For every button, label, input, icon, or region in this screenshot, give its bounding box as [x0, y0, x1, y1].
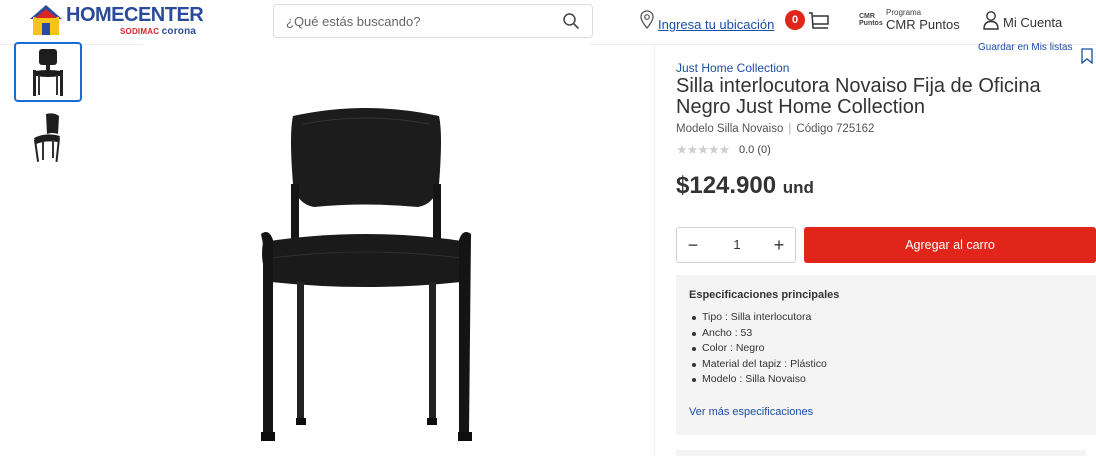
product-brand[interactable]: Just Home Collection	[676, 61, 789, 75]
search-input[interactable]	[284, 13, 548, 30]
cmr-puntos-link[interactable]: CMR Puntos	[886, 17, 960, 32]
chair-front-thumbnail-image	[33, 49, 63, 96]
gallery-thumbnail-front[interactable]	[14, 42, 82, 102]
location-pin-icon[interactable]	[640, 10, 654, 30]
location-link[interactable]: Ingresa tu ubicación	[658, 17, 774, 32]
cart-icon[interactable]	[808, 10, 830, 32]
price-amount: $124.900	[676, 172, 777, 199]
spec-item: Color : Negro	[692, 341, 827, 357]
rating-value[interactable]: 0.0 (0)	[739, 144, 771, 156]
logo-subbrand-corona: corona	[161, 26, 197, 37]
search-icon[interactable]	[562, 12, 580, 30]
cmr-puntos-logo: CMR Puntos	[859, 13, 883, 27]
product-main-image[interactable]	[143, 44, 590, 456]
quantity-value[interactable]: 1	[717, 237, 757, 252]
logo-house-icon	[30, 5, 62, 35]
price-unit: und	[782, 178, 814, 197]
logo-subbrand: SODIMAC corona	[120, 26, 196, 37]
quantity-stepper: − 1 +	[676, 227, 796, 263]
see-more-specs-link[interactable]: Ver más especificaciones	[689, 406, 813, 418]
chair-image	[261, 108, 472, 441]
increase-quantity-button[interactable]: +	[763, 228, 795, 262]
cart-count-badge[interactable]: 0	[785, 10, 805, 30]
main-specifications-panel: Especificaciones principales Tipo : Sill…	[676, 275, 1096, 435]
next-section-panel	[676, 450, 1086, 456]
chair-angled-thumbnail-image	[34, 113, 60, 162]
spec-item: Modelo : Silla Novaiso	[692, 372, 827, 388]
search-bar[interactable]	[273, 4, 593, 38]
add-to-cart-button[interactable]: Agregar al carro	[804, 227, 1096, 263]
logo-text: HOMECENTER	[66, 4, 204, 26]
account-link[interactable]: Mi Cuenta	[1003, 15, 1062, 30]
cmr-program-label: Programa	[886, 8, 922, 17]
product-meta: Modelo Silla Novaiso | Código 725162	[676, 123, 874, 135]
product-code: Código 725162	[796, 123, 875, 135]
spec-item: Material del tapiz : Plástico	[692, 357, 827, 373]
product-title: Silla interlocutora Novaiso Fija de Ofic…	[676, 75, 1041, 118]
spec-item: Ancho : 53	[692, 326, 827, 342]
save-to-list-link[interactable]: Guardar en Mis listas	[978, 42, 1072, 53]
logo-subbrand-sodimac: SODIMAC	[120, 27, 160, 36]
product-price: $124.900 und	[676, 172, 814, 200]
meta-separator: |	[788, 123, 792, 135]
gallery-thumbnail-angled[interactable]	[14, 108, 82, 168]
specs-title: Especificaciones principales	[689, 289, 840, 301]
rating-stars-icon[interactable]: ★★★★★	[676, 142, 730, 158]
user-icon[interactable]	[983, 10, 999, 30]
product-model: Modelo Silla Novaiso	[676, 123, 784, 135]
bookmark-icon[interactable]	[1080, 48, 1094, 64]
decrease-quantity-button[interactable]: −	[677, 228, 709, 262]
homecenter-logo[interactable]: HOMECENTER SODIMAC corona	[28, 3, 204, 39]
site-header: HOMECENTER SODIMAC corona Ingresa tu ubi…	[0, 0, 1096, 45]
specs-list: Tipo : Silla interlocutora Ancho : 53 Co…	[692, 310, 827, 388]
column-divider	[654, 44, 655, 456]
spec-item: Tipo : Silla interlocutora	[692, 310, 827, 326]
